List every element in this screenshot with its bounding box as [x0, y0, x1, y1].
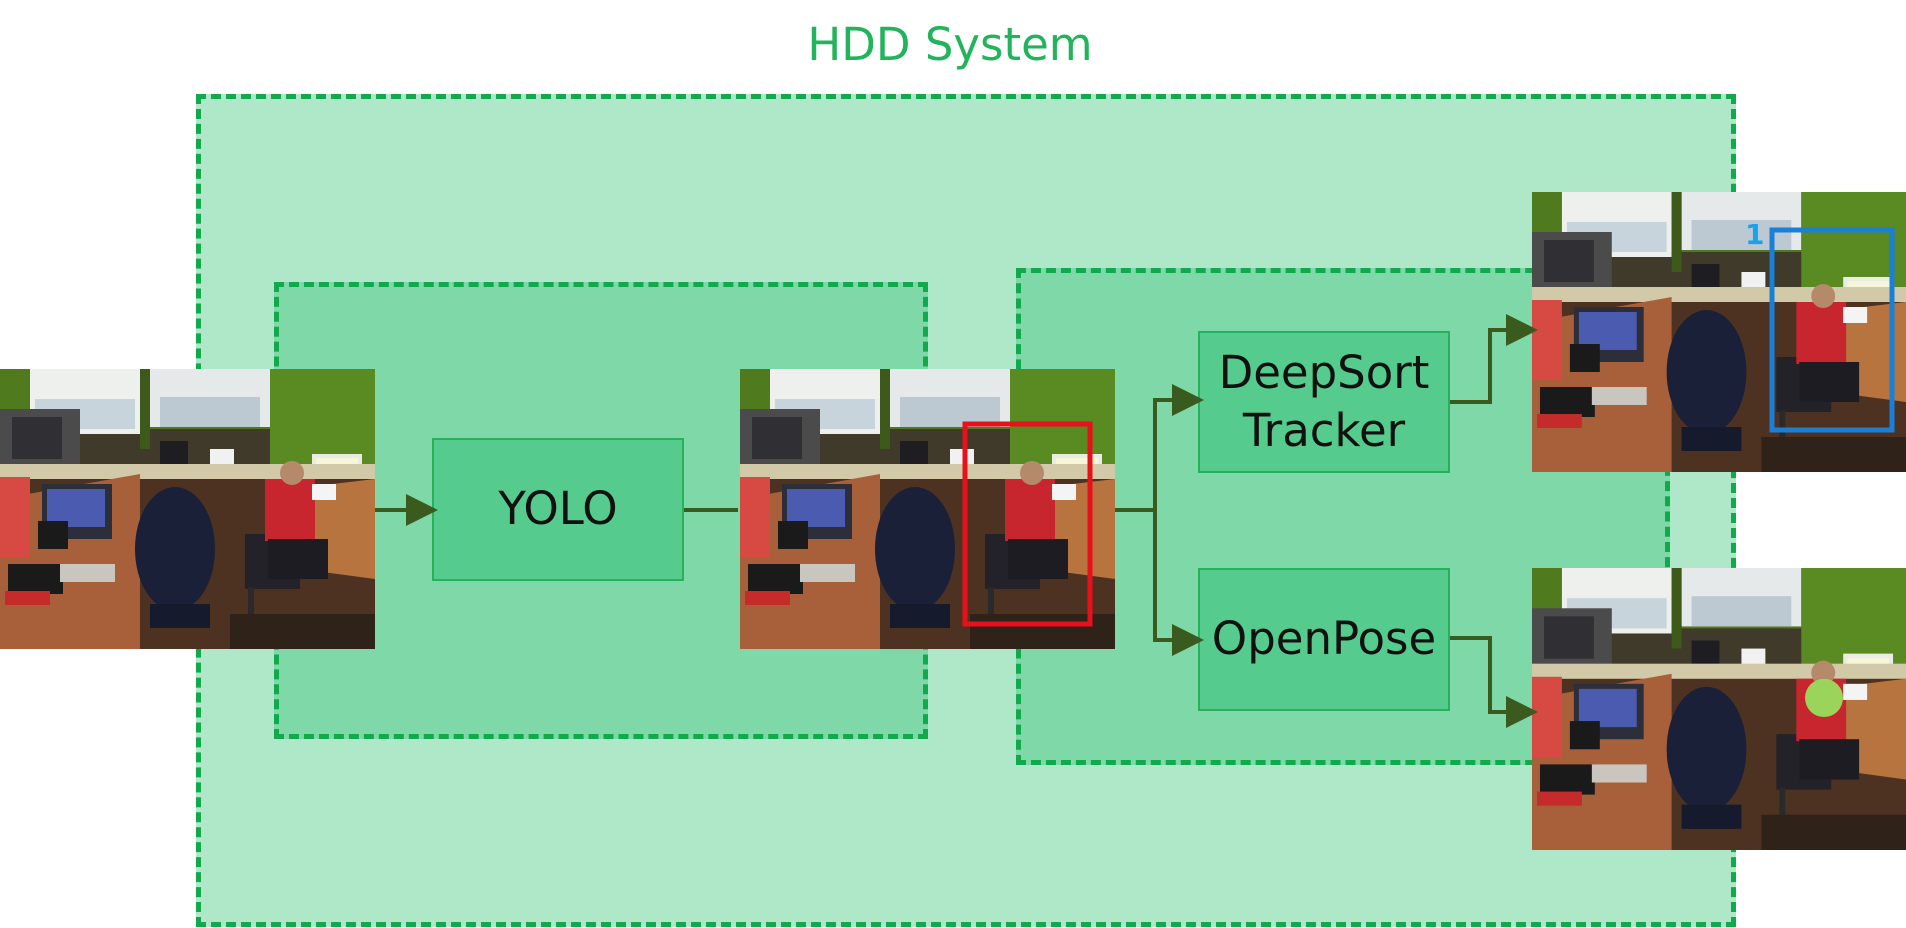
deepsort-tracker-module: DeepSort Tracker — [1198, 331, 1450, 473]
detection-output-image — [740, 369, 1115, 649]
pose-keypoint-marker — [1805, 678, 1843, 718]
diagram-title: HDD System — [807, 18, 1093, 71]
tracking-output-image: 1 — [1532, 192, 1906, 472]
input-frame-image — [0, 369, 375, 649]
openpose-module: OpenPose — [1198, 568, 1450, 711]
pose-output-image — [1532, 568, 1906, 850]
yolo-module: YOLO — [432, 438, 684, 581]
track-id-label: 1 — [1745, 218, 1764, 251]
